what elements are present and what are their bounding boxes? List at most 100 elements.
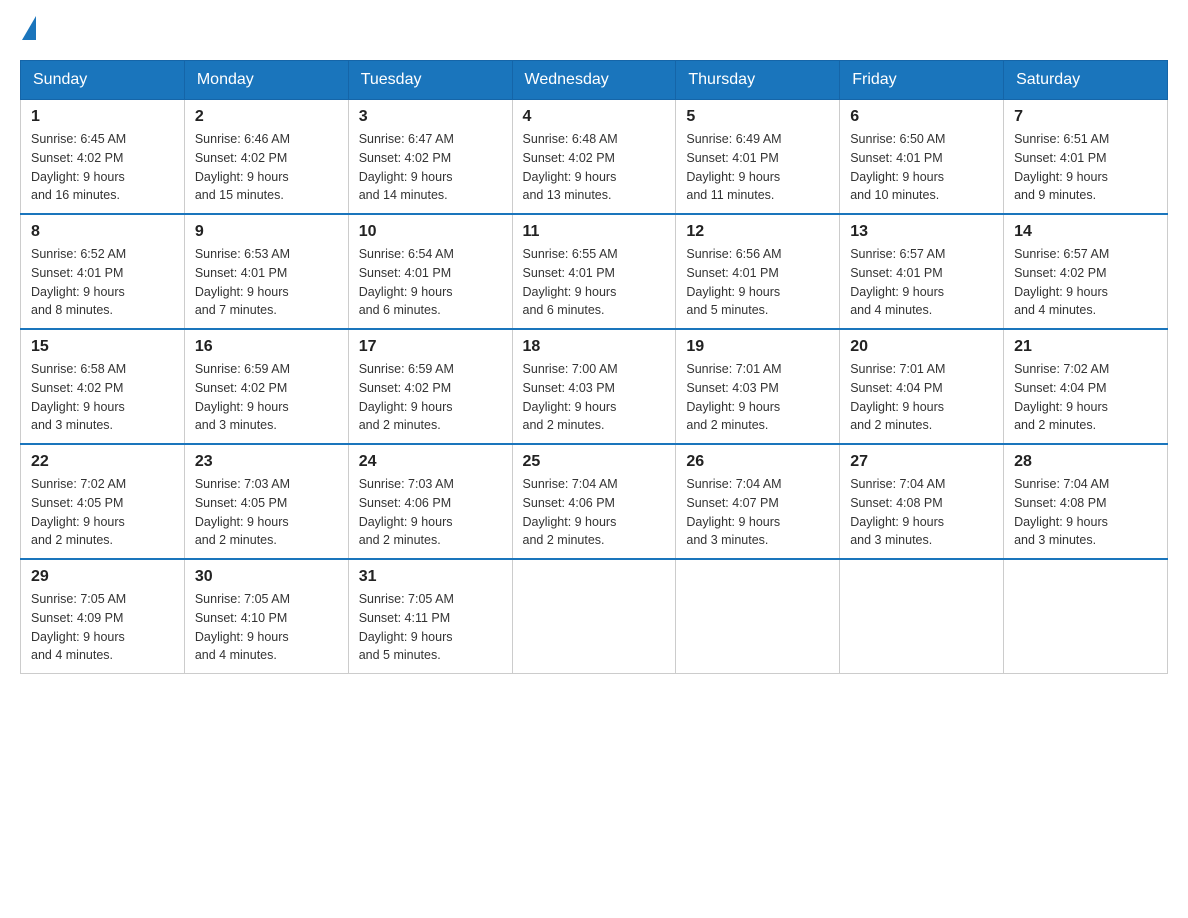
calendar-cell: 23 Sunrise: 7:03 AMSunset: 4:05 PMDayligh… — [184, 444, 348, 559]
day-number: 26 — [686, 453, 829, 471]
logo-triangle-icon — [22, 16, 36, 40]
calendar-cell: 22 Sunrise: 7:02 AMSunset: 4:05 PMDayligh… — [21, 444, 185, 559]
day-number: 2 — [195, 108, 338, 126]
calendar-week-row: 15 Sunrise: 6:58 AMSunset: 4:02 PMDayligh… — [21, 329, 1168, 444]
day-info: Sunrise: 7:04 AMSunset: 4:08 PMDaylight:… — [850, 475, 993, 550]
day-info: Sunrise: 7:05 AMSunset: 4:10 PMDaylight:… — [195, 590, 338, 665]
day-number: 22 — [31, 453, 174, 471]
day-number: 27 — [850, 453, 993, 471]
day-number: 31 — [359, 568, 502, 586]
calendar-cell: 30 Sunrise: 7:05 AMSunset: 4:10 PMDayligh… — [184, 559, 348, 674]
calendar-cell: 17 Sunrise: 6:59 AMSunset: 4:02 PMDayligh… — [348, 329, 512, 444]
column-header-sunday: Sunday — [21, 61, 185, 100]
day-info: Sunrise: 7:02 AMSunset: 4:04 PMDaylight:… — [1014, 360, 1157, 435]
calendar-header-row: SundayMondayTuesdayWednesdayThursdayFrid… — [21, 61, 1168, 100]
day-info: Sunrise: 6:49 AMSunset: 4:01 PMDaylight:… — [686, 130, 829, 205]
calendar-week-row: 8 Sunrise: 6:52 AMSunset: 4:01 PMDaylight… — [21, 214, 1168, 329]
calendar-cell: 28Sunrise: 7:04 AMSunset: 4:08 PMDayligh… — [1004, 444, 1168, 559]
column-header-tuesday: Tuesday — [348, 61, 512, 100]
page-header — [20, 20, 1168, 40]
calendar-cell: 9 Sunrise: 6:53 AMSunset: 4:01 PMDaylight… — [184, 214, 348, 329]
calendar-cell: 3 Sunrise: 6:47 AMSunset: 4:02 PMDaylight… — [348, 100, 512, 215]
calendar-cell: 29 Sunrise: 7:05 AMSunset: 4:09 PMDayligh… — [21, 559, 185, 674]
day-info: Sunrise: 6:55 AMSunset: 4:01 PMDaylight:… — [523, 245, 666, 320]
day-info: Sunrise: 6:58 AMSunset: 4:02 PMDaylight:… — [31, 360, 174, 435]
day-info: Sunrise: 6:56 AMSunset: 4:01 PMDaylight:… — [686, 245, 829, 320]
day-number: 10 — [359, 223, 502, 241]
day-info: Sunrise: 6:50 AMSunset: 4:01 PMDaylight:… — [850, 130, 993, 205]
day-number: 7 — [1014, 108, 1157, 126]
calendar-cell: 8 Sunrise: 6:52 AMSunset: 4:01 PMDaylight… — [21, 214, 185, 329]
day-number: 15 — [31, 338, 174, 356]
calendar-cell: 14Sunrise: 6:57 AMSunset: 4:02 PMDayligh… — [1004, 214, 1168, 329]
calendar-cell: 12 Sunrise: 6:56 AMSunset: 4:01 PMDayligh… — [676, 214, 840, 329]
day-info: Sunrise: 6:51 AMSunset: 4:01 PMDaylight:… — [1014, 130, 1157, 205]
day-info: Sunrise: 6:57 AMSunset: 4:01 PMDaylight:… — [850, 245, 993, 320]
day-number: 1 — [31, 108, 174, 126]
calendar-week-row: 29 Sunrise: 7:05 AMSunset: 4:09 PMDayligh… — [21, 559, 1168, 674]
day-info: Sunrise: 6:47 AMSunset: 4:02 PMDaylight:… — [359, 130, 502, 205]
day-info: Sunrise: 6:59 AMSunset: 4:02 PMDaylight:… — [359, 360, 502, 435]
day-number: 30 — [195, 568, 338, 586]
day-info: Sunrise: 7:04 AMSunset: 4:07 PMDaylight:… — [686, 475, 829, 550]
day-number: 20 — [850, 338, 993, 356]
calendar-cell — [1004, 559, 1168, 674]
logo — [20, 20, 36, 40]
day-info: Sunrise: 7:04 AMSunset: 4:06 PMDaylight:… — [523, 475, 666, 550]
calendar-cell: 18 Sunrise: 7:00 AMSunset: 4:03 PMDayligh… — [512, 329, 676, 444]
calendar-cell: 25Sunrise: 7:04 AMSunset: 4:06 PMDayligh… — [512, 444, 676, 559]
day-number: 23 — [195, 453, 338, 471]
calendar-cell: 20 Sunrise: 7:01 AMSunset: 4:04 PMDayligh… — [840, 329, 1004, 444]
day-info: Sunrise: 7:01 AMSunset: 4:03 PMDaylight:… — [686, 360, 829, 435]
day-number: 18 — [523, 338, 666, 356]
calendar-cell: 5 Sunrise: 6:49 AMSunset: 4:01 PMDaylight… — [676, 100, 840, 215]
day-number: 21 — [1014, 338, 1157, 356]
day-info: Sunrise: 7:05 AMSunset: 4:09 PMDaylight:… — [31, 590, 174, 665]
day-number: 3 — [359, 108, 502, 126]
calendar-cell — [512, 559, 676, 674]
day-info: Sunrise: 7:04 AMSunset: 4:08 PMDaylight:… — [1014, 475, 1157, 550]
calendar-cell: 11Sunrise: 6:55 AMSunset: 4:01 PMDayligh… — [512, 214, 676, 329]
calendar-cell: 27 Sunrise: 7:04 AMSunset: 4:08 PMDayligh… — [840, 444, 1004, 559]
day-number: 19 — [686, 338, 829, 356]
calendar-cell: 16Sunrise: 6:59 AMSunset: 4:02 PMDayligh… — [184, 329, 348, 444]
day-number: 4 — [523, 108, 666, 126]
column-header-monday: Monday — [184, 61, 348, 100]
calendar-cell: 21 Sunrise: 7:02 AMSunset: 4:04 PMDayligh… — [1004, 329, 1168, 444]
day-number: 5 — [686, 108, 829, 126]
calendar-cell: 7 Sunrise: 6:51 AMSunset: 4:01 PMDaylight… — [1004, 100, 1168, 215]
calendar-cell: 4 Sunrise: 6:48 AMSunset: 4:02 PMDaylight… — [512, 100, 676, 215]
day-number: 9 — [195, 223, 338, 241]
day-info: Sunrise: 7:00 AMSunset: 4:03 PMDaylight:… — [523, 360, 666, 435]
day-info: Sunrise: 7:01 AMSunset: 4:04 PMDaylight:… — [850, 360, 993, 435]
calendar-week-row: 1 Sunrise: 6:45 AMSunset: 4:02 PMDaylight… — [21, 100, 1168, 215]
day-info: Sunrise: 7:03 AMSunset: 4:05 PMDaylight:… — [195, 475, 338, 550]
day-number: 6 — [850, 108, 993, 126]
calendar-cell: 31 Sunrise: 7:05 AMSunset: 4:11 PMDayligh… — [348, 559, 512, 674]
calendar-table: SundayMondayTuesdayWednesdayThursdayFrid… — [20, 60, 1168, 674]
calendar-cell: 10 Sunrise: 6:54 AMSunset: 4:01 PMDayligh… — [348, 214, 512, 329]
day-number: 8 — [31, 223, 174, 241]
calendar-cell — [676, 559, 840, 674]
day-info: Sunrise: 7:02 AMSunset: 4:05 PMDaylight:… — [31, 475, 174, 550]
day-info: Sunrise: 6:45 AMSunset: 4:02 PMDaylight:… — [31, 130, 174, 205]
day-info: Sunrise: 6:52 AMSunset: 4:01 PMDaylight:… — [31, 245, 174, 320]
calendar-cell: 6 Sunrise: 6:50 AMSunset: 4:01 PMDaylight… — [840, 100, 1004, 215]
day-info: Sunrise: 6:48 AMSunset: 4:02 PMDaylight:… — [523, 130, 666, 205]
day-info: Sunrise: 6:57 AMSunset: 4:02 PMDaylight:… — [1014, 245, 1157, 320]
column-header-friday: Friday — [840, 61, 1004, 100]
day-number: 29 — [31, 568, 174, 586]
day-info: Sunrise: 6:53 AMSunset: 4:01 PMDaylight:… — [195, 245, 338, 320]
day-info: Sunrise: 7:05 AMSunset: 4:11 PMDaylight:… — [359, 590, 502, 665]
calendar-cell — [840, 559, 1004, 674]
column-header-thursday: Thursday — [676, 61, 840, 100]
calendar-cell: 19 Sunrise: 7:01 AMSunset: 4:03 PMDayligh… — [676, 329, 840, 444]
day-number: 24 — [359, 453, 502, 471]
day-info: Sunrise: 7:03 AMSunset: 4:06 PMDaylight:… — [359, 475, 502, 550]
day-number: 17 — [359, 338, 502, 356]
day-number: 16 — [195, 338, 338, 356]
day-number: 12 — [686, 223, 829, 241]
column-header-wednesday: Wednesday — [512, 61, 676, 100]
day-info: Sunrise: 6:54 AMSunset: 4:01 PMDaylight:… — [359, 245, 502, 320]
column-header-saturday: Saturday — [1004, 61, 1168, 100]
